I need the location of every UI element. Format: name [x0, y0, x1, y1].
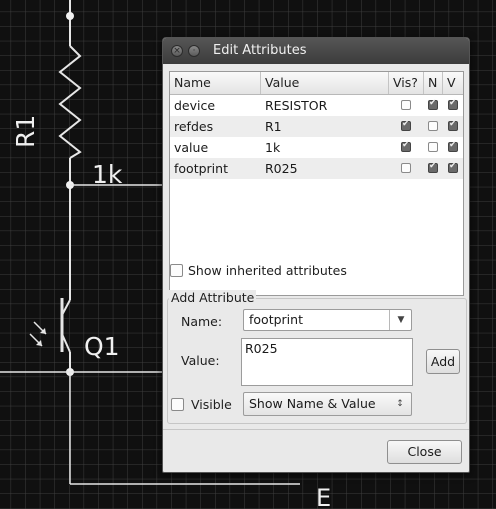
- table-row[interactable]: device RESISTOR: [170, 95, 463, 116]
- transistor-refdes-label[interactable]: Q1: [84, 332, 120, 361]
- component-label-partial: E: [316, 484, 331, 509]
- attribute-name-combo[interactable]: footprint ▼: [243, 309, 412, 331]
- chevron-updown-icon[interactable]: ↕: [389, 393, 411, 415]
- resistor-refdes-label[interactable]: R1: [11, 115, 40, 148]
- column-header-show-name[interactable]: N: [424, 72, 443, 94]
- close-button[interactable]: Close: [387, 440, 462, 464]
- show-inherited-label[interactable]: Show inherited attributes: [188, 263, 347, 278]
- resistor-value-label[interactable]: 1k: [92, 160, 123, 189]
- column-header-name[interactable]: Name: [170, 72, 261, 94]
- attribute-name-selected: footprint: [249, 312, 303, 327]
- attribute-name[interactable]: value: [170, 137, 208, 158]
- attribute-name[interactable]: device: [170, 95, 215, 116]
- show-name-checkbox[interactable]: [428, 142, 438, 152]
- table-row[interactable]: footprint R025: [170, 158, 463, 179]
- show-value-checkbox[interactable]: [448, 140, 458, 152]
- dialog-separator: [163, 429, 469, 430]
- edit-attributes-dialog: × · Edit Attributes Name Value Vis? N V …: [162, 37, 470, 473]
- add-button[interactable]: Add: [426, 349, 460, 374]
- visible-checkbox[interactable]: [171, 398, 184, 411]
- attribute-value-text: R025: [245, 341, 278, 356]
- visible-checkbox[interactable]: [401, 100, 411, 110]
- visibility-mode-selected: Show Name & Value: [249, 396, 376, 411]
- show-name-checkbox[interactable]: [428, 121, 438, 131]
- attribute-value[interactable]: 1k: [261, 137, 280, 158]
- visible-checkbox[interactable]: [401, 119, 411, 131]
- minimize-window-icon[interactable]: ·: [188, 45, 200, 57]
- close-window-icon[interactable]: ×: [171, 45, 183, 57]
- show-value-checkbox[interactable]: [448, 161, 458, 173]
- chevron-down-icon[interactable]: ▼: [389, 310, 412, 330]
- column-header-visible[interactable]: Vis?: [389, 72, 424, 94]
- dialog-titlebar[interactable]: × · Edit Attributes: [163, 38, 469, 64]
- attribute-value[interactable]: R025: [261, 158, 298, 179]
- visible-checkbox[interactable]: [401, 163, 411, 173]
- table-row[interactable]: value 1k: [170, 137, 463, 158]
- show-name-checkbox[interactable]: [428, 161, 438, 173]
- visible-checkbox[interactable]: [401, 140, 411, 152]
- dialog-title: Edit Attributes: [213, 43, 307, 58]
- show-value-checkbox[interactable]: [448, 119, 458, 131]
- column-header-value[interactable]: Value: [261, 72, 389, 94]
- attribute-value-input[interactable]: R025: [241, 338, 413, 386]
- show-name-checkbox[interactable]: [428, 98, 438, 110]
- column-header-show-value[interactable]: V: [443, 72, 463, 94]
- junction-dot: [66, 12, 74, 20]
- attribute-name[interactable]: footprint: [170, 158, 228, 179]
- value-field-label: Value:: [181, 353, 220, 368]
- name-field-label: Name:: [181, 314, 223, 329]
- visible-label[interactable]: Visible: [191, 397, 232, 412]
- show-inherited-checkbox[interactable]: [170, 264, 183, 277]
- table-header: Name Value Vis? N V: [170, 72, 463, 95]
- table-row[interactable]: refdes R1: [170, 116, 463, 137]
- visibility-mode-combo[interactable]: Show Name & Value ↕: [243, 392, 412, 416]
- show-value-checkbox[interactable]: [448, 98, 458, 110]
- attribute-value[interactable]: R1: [261, 116, 282, 137]
- add-attribute-title: Add Attribute: [169, 290, 257, 305]
- attribute-value[interactable]: RESISTOR: [261, 95, 327, 116]
- attribute-name[interactable]: refdes: [170, 116, 213, 137]
